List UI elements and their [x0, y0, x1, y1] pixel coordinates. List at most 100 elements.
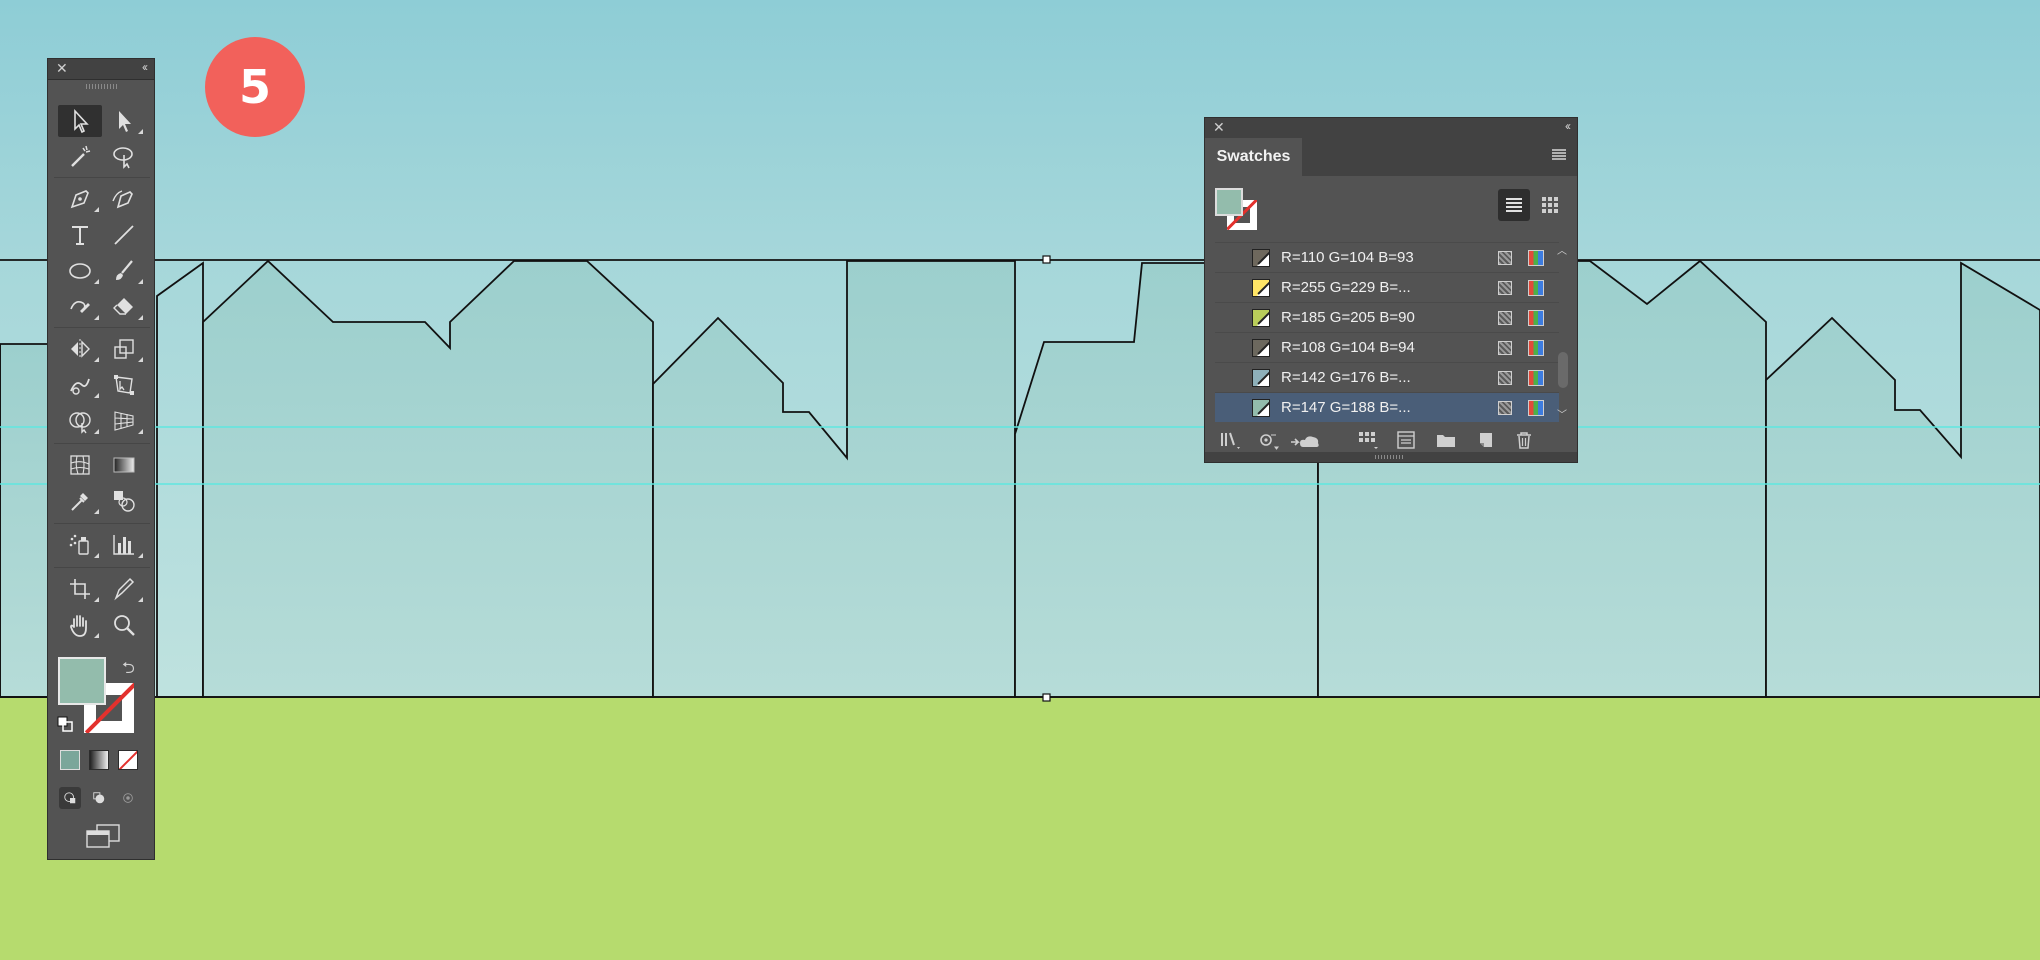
curvature-tool-icon[interactable]	[102, 183, 146, 215]
artboard-tool-icon[interactable]	[58, 573, 102, 605]
reflect-tool-icon[interactable]	[58, 333, 102, 365]
drag-grip[interactable]	[86, 84, 118, 89]
swap-fill-stroke-icon[interactable]: ⮌	[122, 657, 135, 684]
none-mode-button[interactable]	[118, 750, 138, 770]
delete-swatch-icon[interactable]	[1513, 430, 1535, 450]
panel-tab-bar: Swatches	[1205, 138, 1577, 176]
perspective-grid-tool-icon[interactable]	[102, 405, 146, 437]
building-1	[0, 343, 49, 698]
eraser-tool-icon[interactable]	[102, 291, 146, 323]
hand-tool-icon[interactable]	[58, 609, 102, 641]
scroll-up-icon[interactable]: ︿	[1557, 242, 1567, 257]
column-graph-tool-icon[interactable]	[102, 529, 146, 561]
process-color-icon	[1498, 281, 1512, 295]
shaper-tool-icon[interactable]	[58, 291, 102, 323]
swatches-panel-header[interactable]: ✕ ‹‹	[1205, 118, 1577, 138]
gradient-tool-icon[interactable]	[102, 449, 146, 481]
panel-menu-icon[interactable]	[1551, 148, 1567, 162]
buildings[interactable]	[0, 259, 2040, 698]
fill-color-swatch[interactable]	[58, 657, 106, 705]
swatch-options-icon[interactable]	[1395, 430, 1417, 450]
close-icon[interactable]: ✕	[56, 60, 68, 77]
fill-color-swatch[interactable]	[1215, 188, 1243, 216]
paintbrush-tool-icon[interactable]	[102, 255, 146, 287]
swatch-label: R=185 G=205 B=90	[1281, 309, 1415, 326]
ellipse-tool-icon[interactable]	[58, 255, 102, 287]
line-segment-tool-icon[interactable]	[102, 219, 146, 251]
collapse-icon[interactable]: ‹‹	[1565, 119, 1571, 133]
swatch-label: R=108 G=104 B=94	[1281, 339, 1415, 356]
building-3	[202, 259, 654, 698]
building-4	[652, 260, 1016, 698]
draw-inside-icon[interactable]	[117, 787, 139, 809]
swatch-label: R=147 G=188 B=...	[1281, 399, 1411, 416]
slice-tool-icon[interactable]	[102, 573, 146, 605]
handle-bottom[interactable]	[1042, 693, 1051, 702]
process-color-icon	[1498, 401, 1512, 415]
rgb-mode-icon	[1528, 310, 1544, 326]
new-group-icon[interactable]	[1435, 430, 1457, 450]
process-color-icon	[1498, 341, 1512, 355]
tools-panel[interactable]: ✕ ‹‹ ⮌	[47, 58, 155, 860]
panel-resize-grip[interactable]	[1205, 452, 1577, 462]
lasso-tool-icon[interactable]	[102, 141, 146, 173]
default-fill-stroke-icon[interactable]	[57, 716, 73, 732]
building-7	[1765, 261, 2040, 698]
swatch-label: R=142 G=176 B=...	[1281, 369, 1411, 386]
selection-tool-icon[interactable]	[58, 105, 102, 137]
swatches-panel[interactable]: ✕ ‹‹ Swatches R=110 G=104 B=93 R=255 G=2…	[1204, 117, 1578, 463]
blend-tool-icon[interactable]	[102, 485, 146, 517]
cloud-sync-icon[interactable]	[1289, 430, 1323, 450]
swatch-label: R=255 G=229 B=...	[1281, 279, 1411, 296]
swatch-row[interactable]: R=108 G=104 B=94	[1215, 332, 1559, 362]
swatch-row[interactable]: R=142 G=176 B=...	[1215, 362, 1559, 392]
swatch-label: R=110 G=104 B=93	[1281, 249, 1414, 266]
swatch-row[interactable]: R=110 G=104 B=93	[1215, 242, 1559, 272]
pen-tool-icon[interactable]	[58, 183, 102, 215]
eyedropper-tool-icon[interactable]	[58, 485, 102, 517]
gradient-mode-button[interactable]	[89, 750, 109, 770]
swatch-chip	[1252, 309, 1270, 327]
draw-normal-icon[interactable]	[59, 787, 81, 809]
swatch-libraries-icon[interactable]	[1219, 430, 1241, 450]
artboard-canvas[interactable]	[0, 0, 2040, 960]
swatch-list-scrollbar[interactable]: ︿ ﹀	[1555, 242, 1569, 422]
step-number-badge: 5	[205, 37, 305, 137]
direct-selection-tool-icon[interactable]	[102, 105, 146, 137]
swatch-list[interactable]: R=110 G=104 B=93 R=255 G=229 B=... R=185…	[1215, 242, 1559, 422]
color-group-icon[interactable]	[1357, 430, 1379, 450]
shape-builder-tool-icon[interactable]	[58, 405, 102, 437]
draw-behind-icon[interactable]	[88, 787, 110, 809]
type-tool-icon[interactable]	[58, 219, 102, 251]
tools-panel-header[interactable]: ✕ ‹‹	[48, 59, 154, 80]
thumbnail-view-icon[interactable]	[1534, 189, 1566, 221]
swatch-chip	[1252, 399, 1270, 417]
swatch-row[interactable]: R=185 G=205 B=90	[1215, 302, 1559, 332]
swatch-chip	[1252, 369, 1270, 387]
list-view-icon[interactable]	[1498, 189, 1530, 221]
new-swatch-icon[interactable]	[1475, 430, 1497, 450]
rgb-mode-icon	[1528, 370, 1544, 386]
change-screen-mode-icon[interactable]	[83, 823, 123, 849]
show-kinds-icon[interactable]	[1257, 430, 1279, 450]
tab-swatches[interactable]: Swatches	[1205, 138, 1302, 176]
swatch-row[interactable]: R=255 G=229 B=...	[1215, 272, 1559, 302]
collapse-icon[interactable]: ‹‹	[142, 60, 148, 74]
close-icon[interactable]: ✕	[1213, 119, 1225, 136]
symbol-sprayer-tool-icon[interactable]	[58, 529, 102, 561]
rgb-mode-icon	[1528, 250, 1544, 266]
scrollbar-thumb[interactable]	[1558, 352, 1568, 388]
zoom-tool-icon[interactable]	[102, 609, 146, 641]
process-color-icon	[1498, 371, 1512, 385]
mesh-tool-icon[interactable]	[58, 449, 102, 481]
handle-top[interactable]	[1042, 255, 1051, 264]
scale-tool-icon[interactable]	[102, 333, 146, 365]
warp-tool-icon[interactable]	[58, 369, 102, 401]
magic-wand-tool-icon[interactable]	[58, 141, 102, 173]
swatch-chip	[1252, 339, 1270, 357]
rgb-mode-icon	[1528, 400, 1544, 416]
color-mode-button[interactable]	[60, 750, 80, 770]
swatch-row-selected[interactable]: R=147 G=188 B=...	[1215, 392, 1559, 422]
scroll-down-icon[interactable]: ﹀	[1557, 406, 1567, 421]
free-transform-tool-icon[interactable]	[102, 369, 146, 401]
